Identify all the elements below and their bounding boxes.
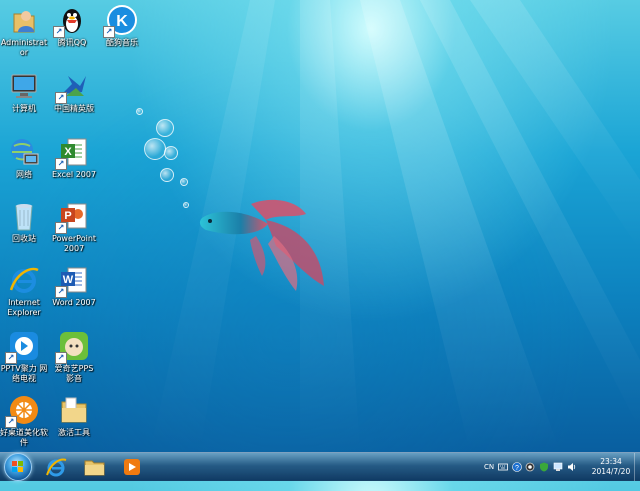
betta-fish-image xyxy=(199,199,324,291)
language-indicator[interactable]: CN xyxy=(484,463,494,491)
desktop-icon-network[interactable]: 网络 xyxy=(0,136,48,180)
bubble xyxy=(183,202,189,208)
network-icon xyxy=(8,136,40,168)
word-icon: W ↗ xyxy=(55,264,90,298)
svg-text:P: P xyxy=(64,210,71,222)
icon-label: Word 2007 xyxy=(52,298,96,307)
pps-icon: ↗ xyxy=(55,330,90,364)
ie-icon xyxy=(8,264,40,296)
icon-label: 爱奇艺PPS 影音 xyxy=(54,364,94,383)
desktop-icon-administrator[interactable]: Administrator xyxy=(0,4,48,58)
shortcut-arrow-icon: ↗ xyxy=(103,26,115,38)
icon-label: 中国精英版 xyxy=(54,104,94,113)
keyboard-icon[interactable] xyxy=(498,462,508,472)
clock-date: 2014/7/20 xyxy=(591,467,631,476)
icon-label: 好桌道美化软件 xyxy=(0,428,48,447)
user-folder-icon xyxy=(8,4,40,36)
desktop-icon-pps[interactable]: ↗ 爱奇艺PPS 影音 xyxy=(50,330,98,384)
svg-text:W: W xyxy=(63,274,74,286)
desktop-icon-china-elite[interactable]: ↗ 中国精英版 xyxy=(50,70,98,114)
shortcut-arrow-icon: ↗ xyxy=(55,92,67,104)
network-icon[interactable] xyxy=(553,462,563,472)
icon-label: 网络 xyxy=(16,170,32,179)
clock-time: 23:34 xyxy=(600,457,622,466)
desktop-icon-excel[interactable]: X ↗ Excel 2007 xyxy=(50,136,98,180)
excel-icon: X ↗ xyxy=(55,136,90,170)
shortcut-arrow-icon: ↗ xyxy=(55,286,67,298)
icon-label: Internet Explorer xyxy=(7,298,41,317)
desktop-icon-orange-app[interactable]: ↗ 好桌道美化软件 xyxy=(0,394,48,448)
desktop-icon-qq[interactable]: ↗ 腾讯QQ xyxy=(48,4,96,48)
icon-label: 酷狗音乐 xyxy=(106,38,138,47)
show-desktop-button[interactable] xyxy=(634,453,640,481)
computer-icon xyxy=(8,70,40,102)
icon-label: 腾讯QQ xyxy=(57,38,87,47)
desktop-icon-activation-tool[interactable]: 激活工具 xyxy=(50,394,98,438)
shortcut-arrow-icon: ↗ xyxy=(55,158,67,170)
shield-icon[interactable] xyxy=(539,462,549,472)
icon-label: 计算机 xyxy=(12,104,36,113)
svg-text:?: ? xyxy=(515,465,519,472)
taskbar: CN ? 23:34 2014/7/20 xyxy=(0,452,640,481)
svg-text:X: X xyxy=(64,146,72,158)
media-player-icon xyxy=(124,459,140,475)
bubble xyxy=(144,138,166,160)
explorer-folder-icon xyxy=(84,460,105,476)
desktop-icon-recycle-bin[interactable]: 回收站 xyxy=(0,200,48,244)
bubble xyxy=(180,178,188,186)
pptv-icon: ↗ xyxy=(5,330,40,364)
desktop-icon-powerpoint[interactable]: P ↗ PowerPoint 2007 xyxy=(50,200,98,254)
icon-label: Administrator xyxy=(0,38,48,57)
app-shortcut-icon: ↗ xyxy=(55,70,90,104)
volume-icon[interactable] xyxy=(567,462,577,472)
icon-label: 激活工具 xyxy=(58,428,90,437)
bubble xyxy=(156,119,174,137)
start-button[interactable] xyxy=(4,453,32,481)
help-icon[interactable]: ? xyxy=(512,462,522,472)
bubble xyxy=(164,146,178,160)
icon-label: PowerPoint 2007 xyxy=(51,234,97,253)
taskbar-media-player-button[interactable] xyxy=(116,455,148,479)
desktop-icon-kugou[interactable]: K ↗ 酷狗音乐 xyxy=(98,4,146,48)
bubble xyxy=(160,168,174,182)
taskbar-explorer-button[interactable] xyxy=(78,455,110,479)
ie-icon xyxy=(46,458,67,477)
desktop-icon-pptv[interactable]: ↗ PPTV聚力 网络电视 xyxy=(0,330,48,384)
shortcut-arrow-icon: ↗ xyxy=(5,416,17,428)
shortcut-arrow-icon: ↗ xyxy=(55,352,67,364)
desktop-icon-word[interactable]: W ↗ Word 2007 xyxy=(50,264,98,308)
icon-label: PPTV聚力 网络电视 xyxy=(0,364,48,383)
qq-penguin-icon: ↗ xyxy=(53,4,88,38)
shortcut-arrow-icon: ↗ xyxy=(53,26,65,38)
recycle-bin-icon xyxy=(8,200,40,232)
powerpoint-icon: P ↗ xyxy=(55,200,90,234)
kugou-icon: K ↗ xyxy=(103,4,138,38)
shortcut-arrow-icon: ↗ xyxy=(55,222,67,234)
svg-text:K: K xyxy=(116,13,128,30)
bubble xyxy=(136,108,143,115)
antivirus-icon[interactable] xyxy=(525,462,535,472)
clock[interactable]: 23:34 2014/7/20 xyxy=(586,457,636,477)
icon-label: Excel 2007 xyxy=(51,170,97,179)
desktop-icon-computer[interactable]: 计算机 xyxy=(0,70,48,114)
desktop-icon-ie[interactable]: Internet Explorer xyxy=(0,264,48,318)
shortcut-arrow-icon: ↗ xyxy=(5,352,17,364)
folder-icon xyxy=(58,394,90,426)
orange-app-icon: ↗ xyxy=(5,394,40,428)
windows-start-icon xyxy=(12,461,23,472)
icon-label: 回收站 xyxy=(12,234,36,243)
taskbar-ie-button[interactable] xyxy=(40,455,72,479)
